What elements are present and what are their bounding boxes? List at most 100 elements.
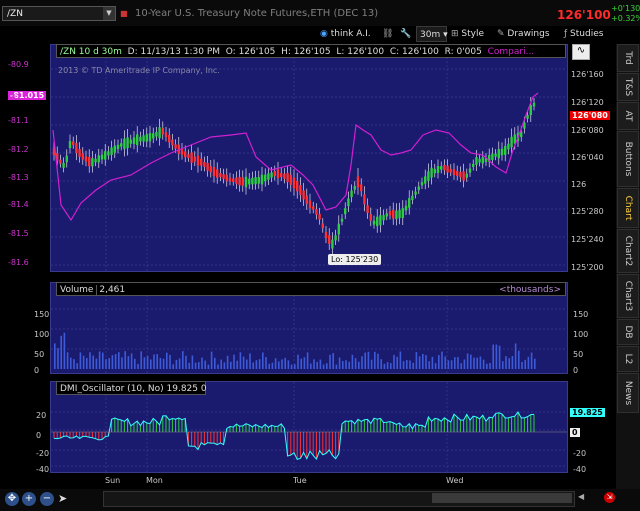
price-chart	[51, 45, 567, 271]
square-icon[interactable]: ■	[120, 9, 128, 18]
x-axis-tick: Sun	[105, 476, 121, 485]
dmi-right-axis-tick: -40	[573, 465, 587, 474]
volume-right-axis-tick: 100	[573, 330, 589, 339]
tab-label: AT	[623, 110, 633, 122]
scroll-left-icon[interactable]: ◀	[578, 492, 584, 501]
info-date: D: 11/13/13 1:30 PM	[127, 47, 221, 57]
zoom-out-icon[interactable]: −	[40, 492, 54, 506]
timeframe-label: 30m	[420, 30, 441, 40]
left-axis-tick: -81	[8, 93, 22, 102]
dmi-header: DMI_Oscillator (10, No) 19.825 0	[56, 381, 207, 395]
bottom-bar: ✥ + − ➤ ◀ ⇲	[0, 489, 640, 511]
dmi-axis-tick: -40	[36, 465, 50, 474]
low-label: Lo: 125'230	[328, 254, 382, 265]
tab-db[interactable]: DB	[617, 319, 639, 345]
x-axis-tick: Wed	[446, 476, 464, 485]
tab-l2[interactable]: L2	[617, 346, 639, 372]
tab-label: Chart2	[623, 235, 633, 267]
volume-chart	[51, 283, 567, 373]
link-icon[interactable]: ⛓	[382, 26, 393, 42]
tab-news[interactable]: News	[617, 373, 639, 413]
scroll-thumb[interactable]	[432, 493, 572, 503]
style-icon: ⊞	[451, 29, 459, 39]
dmi-axis-tick: 20	[36, 411, 47, 420]
change-pct: +0.32%	[611, 14, 640, 23]
right-tabs: Trd T&S AT Buttons Chart Chart2 Chart3 DB L2 News	[616, 44, 640, 489]
chevron-down-icon[interactable]: ▼	[103, 7, 115, 20]
style-label: Style	[461, 29, 485, 39]
tab-ts[interactable]: T&S	[617, 73, 639, 101]
left-axis-tick: -81.1	[8, 116, 29, 125]
right-axis-tick: 125'200	[571, 263, 604, 272]
tab-label: News	[623, 380, 633, 406]
horizontal-scrollbar[interactable]	[103, 491, 575, 507]
left-axis-tick: -81.6	[8, 258, 29, 267]
change-abs: +0'130	[611, 4, 640, 13]
volume-axis-tick: 150	[34, 310, 50, 319]
volume-right-axis-tick: 50	[573, 350, 584, 359]
tab-trd[interactable]: Trd	[617, 44, 639, 72]
volume-axis-tick: 100	[34, 330, 50, 339]
wrench-icon[interactable]: 🔧	[400, 26, 411, 42]
dmi-current-tag: 19.825	[570, 408, 605, 417]
volume-label: Volume	[60, 285, 94, 295]
style-button[interactable]: ⊞ Style	[451, 26, 484, 42]
info-high: H: 126'105	[281, 47, 331, 57]
volume-header: Volume 2,461 <thousands>	[56, 282, 566, 296]
cursor-icon[interactable]: ➤	[58, 492, 67, 505]
price-marker: 126'080	[570, 111, 610, 120]
volume-right-axis-tick: 150	[573, 310, 589, 319]
volume-units: <thousands>	[499, 285, 561, 295]
timeframe-select[interactable]: 30m ▾	[416, 26, 448, 42]
tab-label: DB	[623, 325, 633, 339]
think-ai-button[interactable]: ◉ think A.I.	[320, 26, 371, 42]
chart-icon-box[interactable]: ∿	[572, 44, 590, 60]
volume-axis-tick: 50	[34, 350, 45, 359]
top-bar: /ZN ▼ ■ 10-Year U.S. Treasury Note Futur…	[0, 0, 640, 26]
think-icon: ◉	[320, 29, 328, 39]
right-axis-tick: 125'280	[571, 207, 604, 216]
info-range: R: 0'005	[444, 47, 482, 57]
x-axis-tick: Tue	[293, 476, 307, 485]
symbol-text: /ZN	[7, 9, 23, 19]
dmi-value: 19.825	[166, 384, 199, 394]
dmi-right-axis-tick: -20	[573, 449, 587, 458]
tab-chart[interactable]: Chart	[617, 188, 639, 228]
info-close: C: 126'100	[389, 47, 439, 57]
tab-chart2[interactable]: Chart2	[617, 229, 639, 273]
volume-value: 2,461	[96, 285, 126, 295]
studies-label: Studies	[570, 29, 604, 39]
info-compare: Compari...	[487, 47, 535, 57]
dmi-zero-tag: 0	[570, 428, 580, 437]
studies-button[interactable]: ƒ Studies	[564, 26, 603, 42]
tab-at[interactable]: AT	[617, 102, 639, 130]
tab-label: Chart	[623, 195, 633, 221]
dmi-axis-tick: 0	[36, 431, 42, 440]
tab-label: T&S	[623, 77, 633, 97]
tab-chart3[interactable]: Chart3	[617, 274, 639, 318]
x-axis-tick: Mon	[146, 476, 163, 485]
tab-label: L2	[623, 353, 633, 365]
drawings-button[interactable]: ✎ Drawings	[497, 26, 550, 42]
left-axis-tick: -80.9	[8, 60, 29, 69]
info-low: L: 126'100	[336, 47, 385, 57]
move-icon[interactable]: ✥	[5, 492, 19, 506]
right-axis-tick: 126'160	[571, 70, 604, 79]
dmi-zero: 0	[200, 384, 207, 394]
right-axis-tick: 126'040	[571, 153, 604, 162]
price-panel[interactable]	[50, 44, 568, 272]
copyright: 2013 © TD Ameritrade IP Company, Inc.	[58, 66, 220, 75]
symbol-input[interactable]: /ZN ▼	[2, 6, 116, 21]
tab-label: Buttons	[623, 141, 633, 177]
drawings-label: Drawings	[507, 29, 550, 39]
dmi-label: DMI_Oscillator (10, No)	[60, 384, 164, 394]
right-axis-tick: 126'120	[571, 98, 604, 107]
expand-icon[interactable]: ⇲	[604, 492, 615, 503]
left-axis-tick: -81.4	[8, 200, 29, 209]
right-axis-tick: 126	[571, 180, 587, 189]
right-axis-tick: 125'240	[571, 235, 604, 244]
zoom-in-icon[interactable]: +	[22, 492, 36, 506]
studies-icon: ƒ	[564, 29, 568, 39]
think-label: think A.I.	[330, 29, 371, 39]
tab-buttons[interactable]: Buttons	[617, 131, 639, 187]
